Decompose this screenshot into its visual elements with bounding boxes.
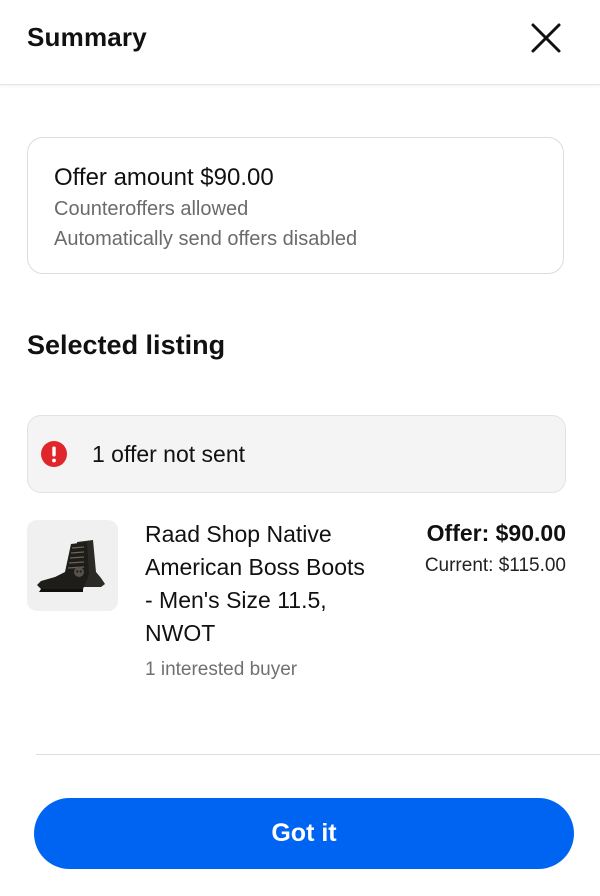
page-title: Summary bbox=[27, 22, 147, 52]
offer-price: Offer: $90.00 bbox=[426, 520, 566, 546]
header: Summary bbox=[0, 0, 600, 85]
listing-thumbnail[interactable] bbox=[27, 520, 118, 611]
counteroffers-status: Counteroffers allowed bbox=[54, 198, 249, 220]
divider bbox=[36, 754, 600, 755]
listing-title[interactable]: Raad Shop Native American Boss Boots - M… bbox=[145, 518, 375, 650]
selected-listing-heading: Selected listing bbox=[27, 330, 226, 360]
offer-alert: 1 offer not sent bbox=[27, 415, 566, 493]
close-button[interactable] bbox=[524, 16, 568, 60]
alert-text: 1 offer not sent bbox=[92, 441, 246, 467]
got-it-button[interactable]: Got it bbox=[34, 798, 574, 869]
offer-summary-card: Offer amount $90.00 Counteroffers allowe… bbox=[27, 137, 564, 274]
boot-thumbnail bbox=[37, 540, 105, 592]
current-price: Current: $115.00 bbox=[424, 555, 566, 576]
offer-amount: Offer amount $90.00 bbox=[54, 164, 274, 191]
error-icon bbox=[41, 441, 67, 467]
interested-buyers: 1 interested buyer bbox=[145, 659, 298, 680]
close-icon bbox=[531, 23, 561, 53]
auto-send-status: Automatically send offers disabled bbox=[54, 228, 358, 250]
